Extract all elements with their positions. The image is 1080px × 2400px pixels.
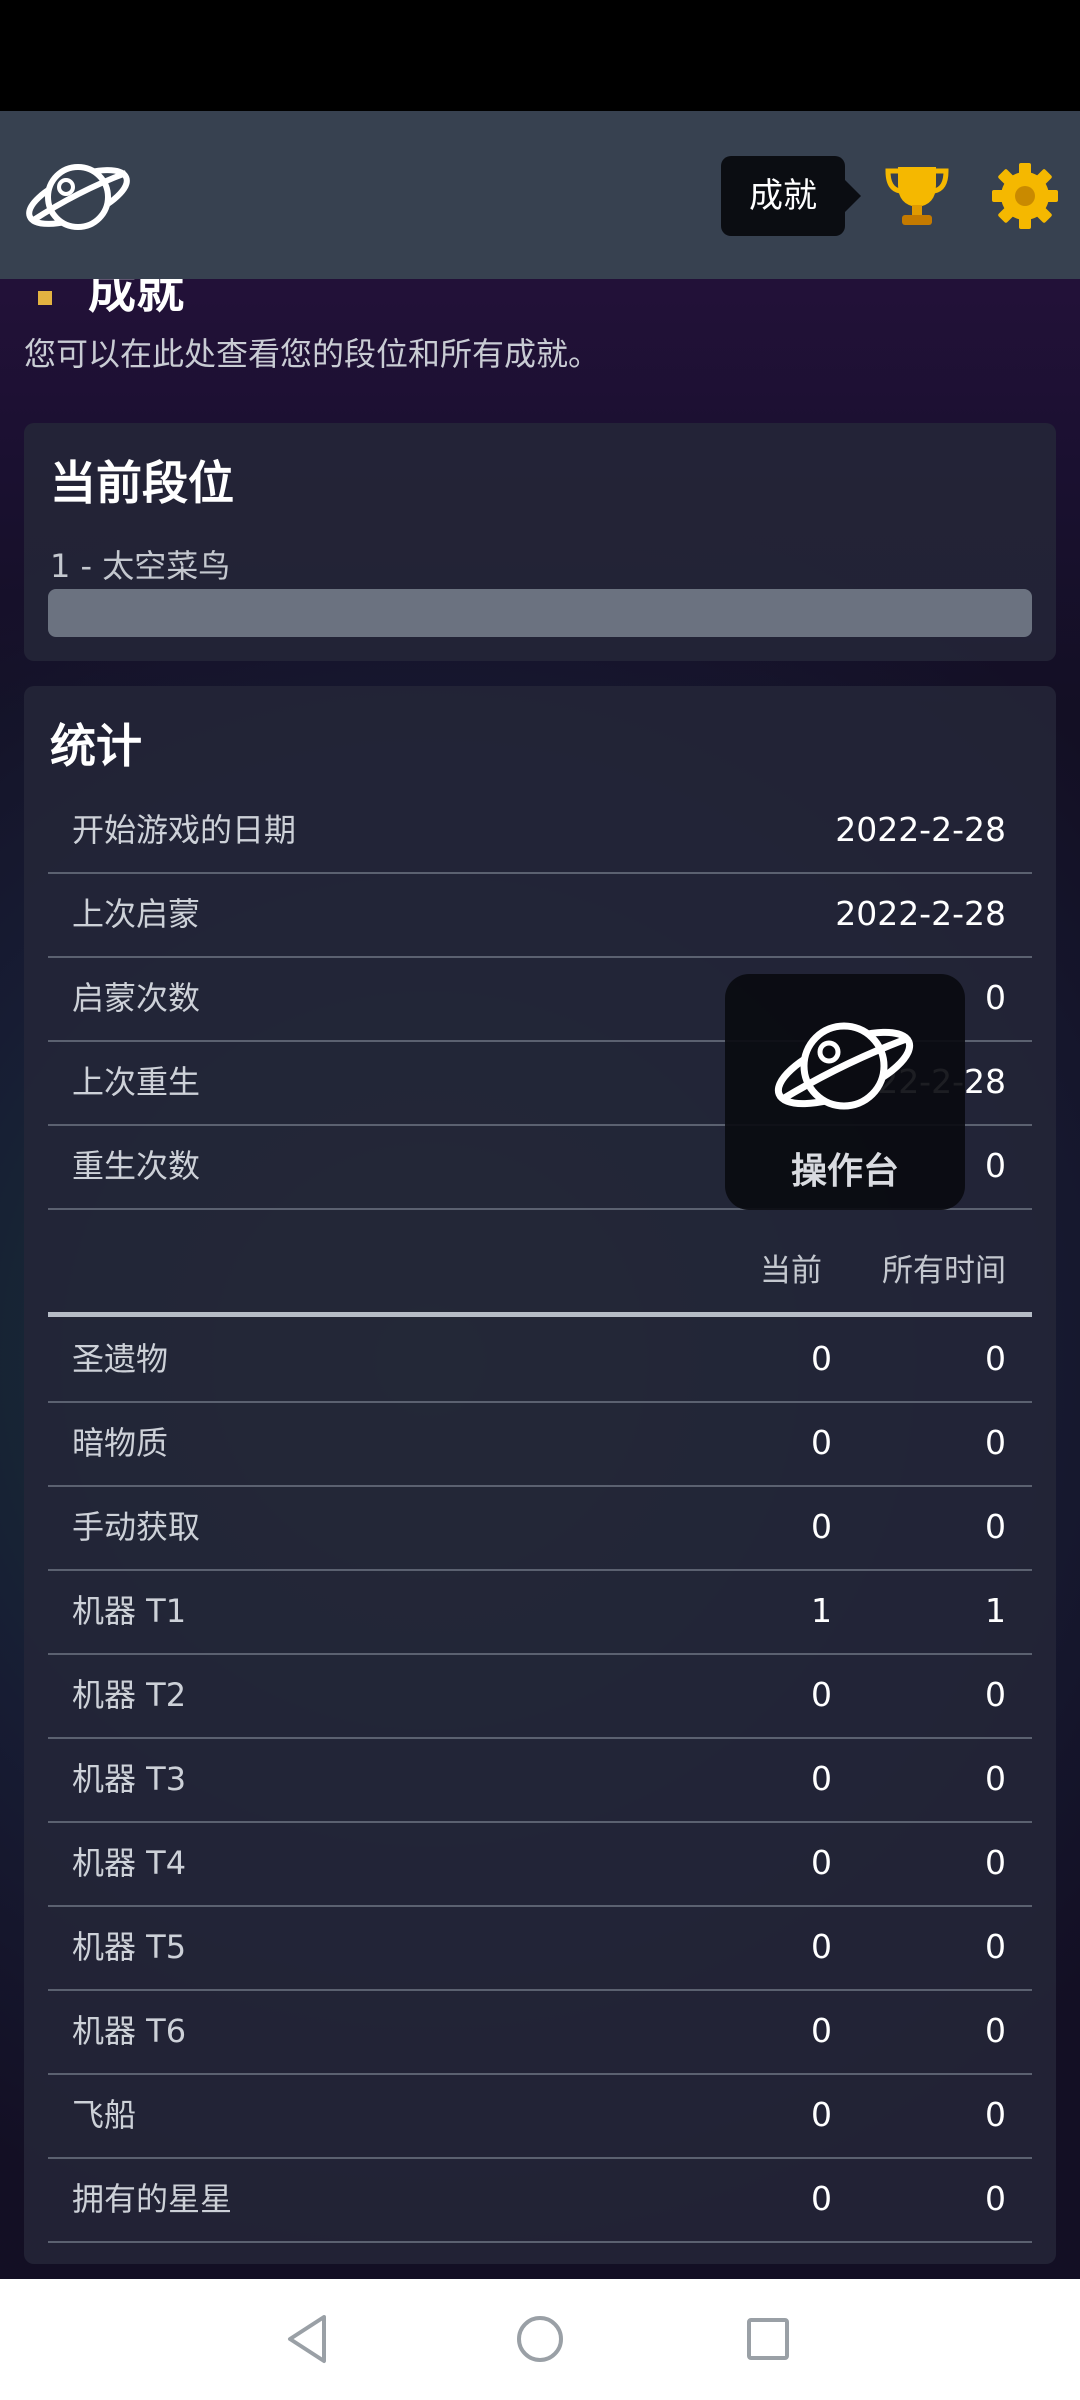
system-nav-bar — [0, 2279, 1080, 2400]
row-current: 0 — [811, 1759, 832, 1798]
row-label: 拥有的星星 — [72, 2180, 233, 2218]
row-label: 圣遗物 — [72, 1340, 169, 1378]
row-current: 0 — [811, 1927, 832, 1966]
console-button[interactable]: 操作台 — [725, 974, 965, 1210]
current-rank-card: 当前段位 1 - 太空菜鸟 — [24, 423, 1056, 661]
stat-label: 开始游戏的日期 — [72, 811, 297, 849]
statistics-card: 统计 开始游戏的日期 2022-2-28 上次启蒙 2022-2-28 启蒙次数… — [24, 686, 1056, 2264]
table-row: 机器 T5 0 0 — [48, 1905, 1032, 1991]
rank-label: 1 - 太空菜鸟 — [50, 547, 231, 585]
row-all-time: 0 — [985, 1507, 1006, 1546]
table-row: 机器 T1 1 1 — [48, 1569, 1032, 1655]
row-all-time: 0 — [985, 2011, 1006, 2050]
stat-label: 上次重生 — [72, 1063, 201, 1101]
row-current: 0 — [811, 2179, 832, 2218]
planet-logo-icon[interactable] — [22, 151, 134, 241]
row-all-time: 0 — [985, 1927, 1006, 1966]
row-all-time: 0 — [985, 2179, 1006, 2218]
table-row: 圣遗物 0 0 — [48, 1317, 1032, 1403]
status-bar — [0, 0, 1080, 111]
row-label: 机器 T6 — [72, 2012, 187, 2050]
table-row: 飞船 0 0 — [48, 2073, 1032, 2159]
row-all-time: 0 — [985, 1339, 1006, 1378]
row-label: 飞船 — [72, 2096, 137, 2134]
table-row: 手动获取 0 0 — [48, 1485, 1032, 1571]
row-label: 机器 T2 — [72, 1676, 187, 1714]
row-current: 0 — [811, 1675, 832, 1714]
table-row: 机器 T3 0 0 — [48, 1737, 1032, 1823]
row-all-time: 0 — [985, 1843, 1006, 1882]
gear-icon[interactable] — [990, 161, 1060, 231]
stat-value: 0 — [985, 1146, 1006, 1185]
table-row: 机器 T6 0 0 — [48, 1989, 1032, 2075]
row-current: 0 — [811, 1339, 832, 1378]
stat-label: 启蒙次数 — [72, 979, 201, 1017]
back-icon[interactable] — [276, 2307, 340, 2371]
row-label: 机器 T1 — [72, 1592, 187, 1630]
table-row: 机器 T4 0 0 — [48, 1821, 1032, 1907]
stat-value: 2022-2-28 — [835, 894, 1006, 933]
row-label: 机器 T4 — [72, 1844, 187, 1882]
planet-console-icon — [774, 1022, 914, 1110]
row-current: 0 — [811, 1423, 832, 1462]
console-label: 操作台 — [790, 1151, 899, 1192]
row-label: 机器 T5 — [72, 1928, 187, 1966]
table-row: 暗物质 0 0 — [48, 1401, 1032, 1487]
table-header: 当前 所有时间 — [48, 1208, 1032, 1317]
rank-card-title: 当前段位 — [50, 456, 234, 510]
row-label: 机器 T3 — [72, 1760, 187, 1798]
row-label: 手动获取 — [72, 1508, 201, 1546]
row-all-time: 0 — [985, 1675, 1006, 1714]
row-current: 0 — [811, 1843, 832, 1882]
stat-row: 上次启蒙 2022-2-28 — [48, 872, 1032, 958]
rank-progress-bar — [48, 589, 1032, 637]
home-icon[interactable] — [508, 2307, 572, 2371]
top-app-bar: 成就 — [0, 111, 1080, 279]
column-header-all-time: 所有时间 — [882, 1253, 1006, 1289]
row-current: 0 — [811, 1507, 832, 1546]
stat-label: 上次启蒙 — [72, 895, 201, 933]
trophy-title-icon — [38, 291, 52, 305]
column-header-current: 当前 — [760, 1253, 822, 1289]
recents-icon[interactable] — [736, 2307, 800, 2371]
page-subtitle: 您可以在此处查看您的段位和所有成就。 — [24, 335, 601, 373]
row-current: 0 — [811, 2095, 832, 2134]
row-all-time: 0 — [985, 1759, 1006, 1798]
row-current: 1 — [811, 1591, 832, 1630]
table-row: 拥有的星星 0 0 — [48, 2157, 1032, 2243]
table-row: 机器 T2 0 0 — [48, 1653, 1032, 1739]
stat-value: 2022-2-28 — [835, 810, 1006, 849]
row-all-time: 1 — [985, 1591, 1006, 1630]
row-all-time: 0 — [985, 2095, 1006, 2134]
achievements-tooltip: 成就 — [721, 156, 861, 236]
row-label: 暗物质 — [72, 1424, 169, 1462]
trophy-icon[interactable] — [884, 161, 950, 229]
app-screen: 成就 您可以在此处查看您的段位和所有成就。 成就 当前段位 1 - 太空菜鸟 统… — [0, 111, 1080, 2279]
stats-card-title: 统计 — [50, 719, 142, 773]
stat-value: 0 — [985, 978, 1006, 1017]
stat-row: 开始游戏的日期 2022-2-28 — [48, 788, 1032, 874]
row-current: 0 — [811, 2011, 832, 2050]
row-all-time: 0 — [985, 1423, 1006, 1462]
stat-label: 重生次数 — [72, 1147, 201, 1185]
